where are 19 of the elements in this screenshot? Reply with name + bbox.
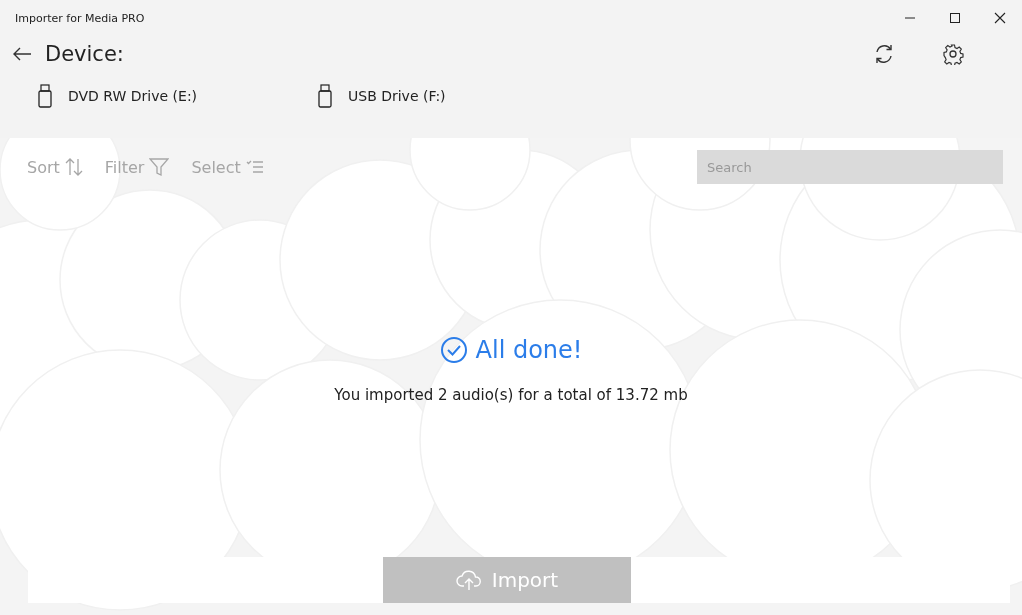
refresh-icon[interactable] bbox=[873, 43, 895, 65]
checklist-icon bbox=[245, 159, 264, 175]
page-title: Device: bbox=[45, 42, 124, 66]
usb-drive-icon bbox=[318, 84, 332, 108]
sort-arrows-icon bbox=[64, 157, 83, 177]
maximize-icon[interactable] bbox=[949, 12, 961, 24]
import-summary: You imported 2 audio(s) for a total of 13.72 mb bbox=[334, 386, 688, 404]
cloud-upload-icon bbox=[455, 569, 482, 591]
back-arrow-icon[interactable] bbox=[12, 46, 32, 62]
usb-drive-icon bbox=[38, 84, 52, 108]
check-circle-icon bbox=[439, 336, 468, 364]
search-field[interactable]: Search bbox=[697, 150, 1003, 184]
drive-button[interactable]: DVD RW Drive (E:) bbox=[38, 84, 318, 108]
filter-icon bbox=[149, 157, 170, 177]
window-title: Importer for Media PRO bbox=[15, 11, 145, 25]
close-icon[interactable] bbox=[994, 12, 1006, 24]
drive-button[interactable]: USB Drive (F:) bbox=[318, 84, 598, 108]
status-heading: All done! bbox=[475, 336, 583, 364]
settings-icon[interactable] bbox=[942, 43, 964, 65]
